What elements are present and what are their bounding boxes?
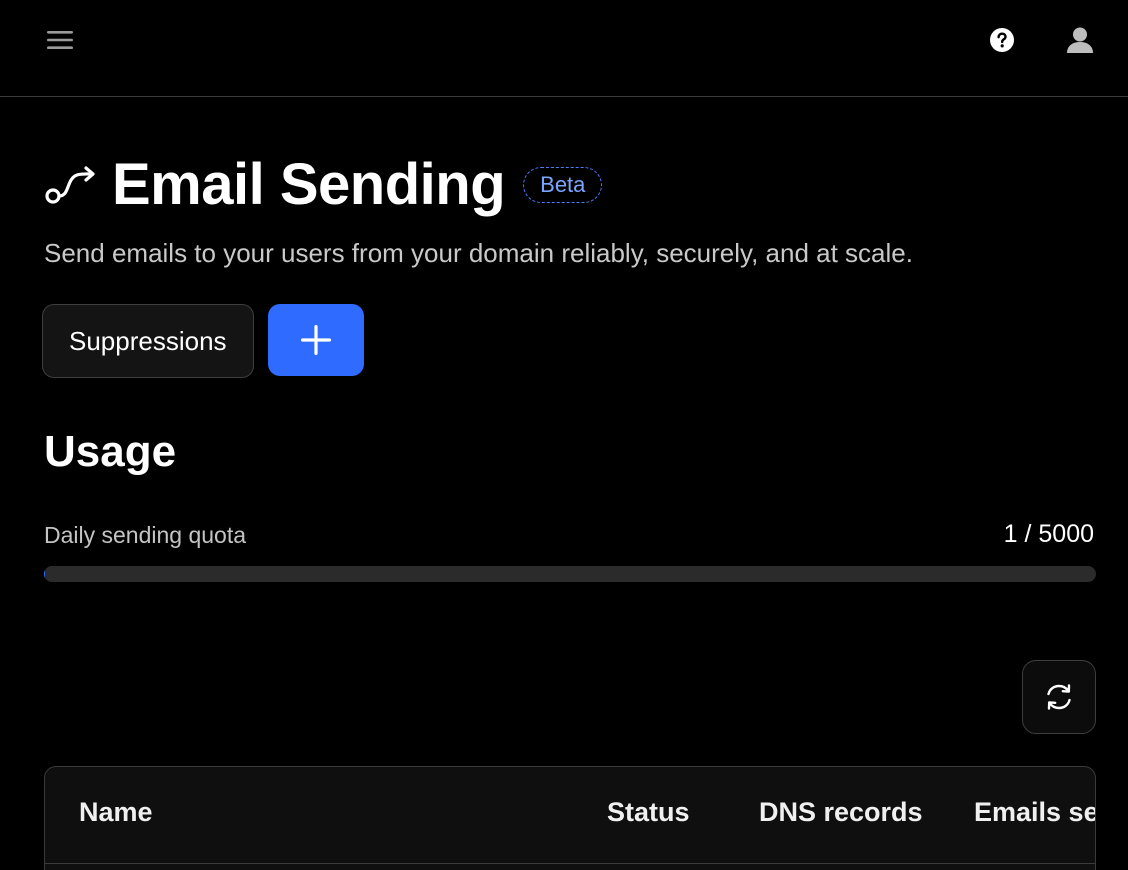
plus-icon <box>300 325 331 355</box>
page-subtitle: Send emails to your users from your doma… <box>44 238 913 268</box>
quota-value: 1 / 5000 <box>1003 520 1094 548</box>
user-avatar-icon <box>1067 27 1093 53</box>
domains-table: Name Status DNS records Emails sent <box>44 766 1096 870</box>
table-header: Name Status DNS records Emails sent <box>45 767 1095 864</box>
help-button[interactable] <box>984 22 1020 58</box>
hamburger-menu-icon <box>47 31 73 49</box>
action-buttons: Suppressions <box>42 304 364 378</box>
add-button[interactable] <box>267 304 364 376</box>
column-header-dns-records[interactable]: DNS records <box>759 797 923 828</box>
usage-section-title: Usage <box>44 427 177 476</box>
account-button[interactable] <box>1060 20 1100 60</box>
column-header-name[interactable]: Name <box>79 797 153 828</box>
beta-badge: Beta <box>523 167 603 203</box>
route-icon <box>44 161 100 209</box>
question-circle-icon <box>990 28 1014 52</box>
column-header-status[interactable]: Status <box>607 797 690 828</box>
quota-label: Daily sending quota <box>44 522 247 548</box>
column-header-emails-sent[interactable]: Emails sent <box>974 797 1095 828</box>
email-sending-page: Email Sending Beta Send emails to your u… <box>0 0 1128 870</box>
refresh-button[interactable] <box>1022 660 1096 734</box>
top-bar <box>0 0 1128 97</box>
quota-progress-bar <box>44 566 1096 582</box>
suppressions-button[interactable]: Suppressions <box>42 304 254 378</box>
menu-button[interactable] <box>40 22 80 58</box>
page-header: Email Sending Beta <box>44 150 603 220</box>
refresh-icon <box>1047 684 1071 710</box>
page-title: Email Sending <box>112 152 506 217</box>
